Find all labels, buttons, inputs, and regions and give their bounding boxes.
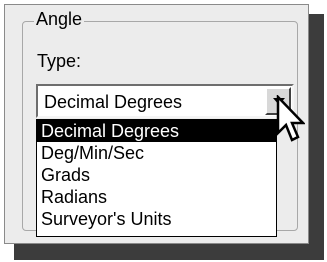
dropdown-option-radians[interactable]: Radians xyxy=(37,186,276,208)
angle-type-dropdown-list: Decimal Degrees Deg/Min/Sec Grads Radian… xyxy=(36,119,277,237)
angle-type-combobox[interactable]: Decimal Degrees xyxy=(36,84,294,118)
mouse-pointer-icon xyxy=(276,95,305,142)
dropdown-option-grads[interactable]: Grads xyxy=(37,164,276,186)
angle-group-legend: Angle xyxy=(34,9,85,29)
type-label: Type: xyxy=(37,51,82,71)
angle-settings-panel: Angle Type: Decimal Degrees Decimal Degr… xyxy=(4,4,309,244)
screenshot-canvas: Angle Type: Decimal Degrees Decimal Degr… xyxy=(0,0,327,262)
combobox-selected-value: Decimal Degrees xyxy=(44,92,183,112)
dropdown-option-decimal-degrees[interactable]: Decimal Degrees xyxy=(37,120,276,142)
dropdown-option-deg-min-sec[interactable]: Deg/Min/Sec xyxy=(37,142,276,164)
dropdown-option-surveyors-units[interactable]: Surveyor's Units xyxy=(37,208,276,230)
